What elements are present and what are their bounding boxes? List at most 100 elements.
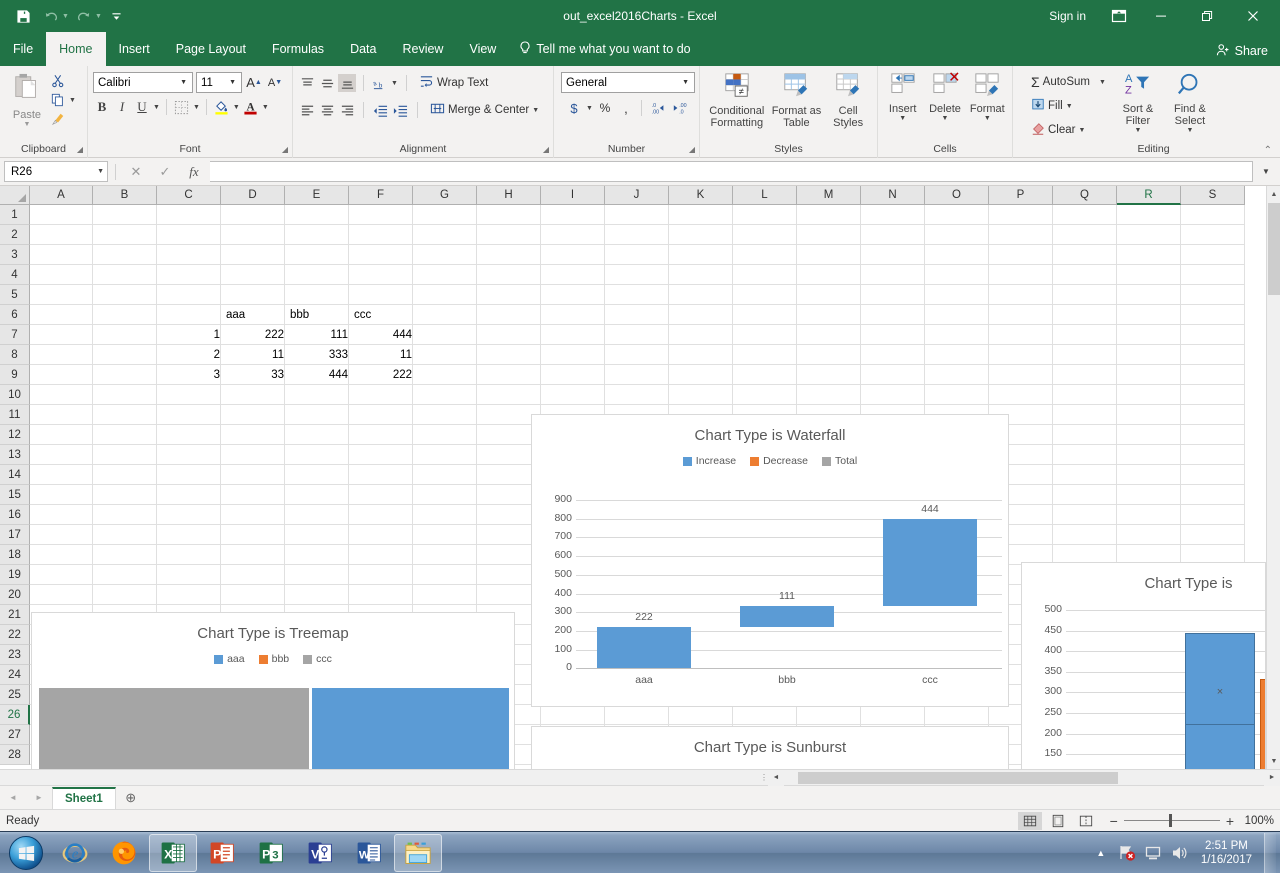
grid-cell[interactable] (93, 585, 157, 605)
grid-cell[interactable] (669, 705, 733, 725)
autosum-button[interactable]: Σ AutoSum ▼ (1027, 71, 1110, 93)
grid-cell[interactable] (797, 385, 861, 405)
grid-cell[interactable] (989, 265, 1053, 285)
vertical-scrollbar[interactable]: ▲ ▼ (1266, 186, 1280, 769)
grid-cell[interactable] (989, 305, 1053, 325)
clipboard-dialog-launcher[interactable]: ◢ (77, 143, 83, 157)
fill-color-icon[interactable] (213, 98, 231, 116)
font-color-icon[interactable]: A (242, 98, 260, 116)
grid-cell[interactable] (221, 425, 285, 445)
insert-function-icon[interactable]: fx (181, 161, 207, 182)
grid-cell[interactable] (285, 405, 349, 425)
number-format-chevron-down-icon[interactable]: ▼ (679, 79, 692, 86)
ribbon-display-options-icon[interactable] (1100, 0, 1138, 32)
percent-button[interactable]: % (596, 99, 614, 117)
decrease-decimal-icon[interactable]: .00.0 (671, 99, 691, 117)
grid-cell[interactable] (413, 325, 477, 345)
grid-cell[interactable] (93, 465, 157, 485)
grid-cell[interactable] (93, 545, 157, 565)
grid-cell[interactable] (93, 345, 157, 365)
grid-cell[interactable] (541, 345, 605, 365)
box-whisker-chart[interactable]: Chart Type is 500 450 400 350 300 250 20… (1021, 562, 1266, 769)
word-icon[interactable]: W (345, 834, 393, 872)
select-all-corner[interactable] (0, 186, 30, 205)
grid-cell[interactable] (541, 205, 605, 225)
cell-D7[interactable]: 11 (223, 345, 287, 365)
grid-cell[interactable] (221, 245, 285, 265)
grid-cell[interactable] (797, 365, 861, 385)
grid-cell[interactable] (157, 285, 221, 305)
grid-cell[interactable] (285, 585, 349, 605)
grid-cell[interactable] (1117, 385, 1181, 405)
treemap-tile-ccc[interactable]: ccc (39, 688, 309, 769)
collapse-ribbon-icon[interactable]: ⌃ (1264, 144, 1272, 158)
grid-cell[interactable] (30, 325, 93, 345)
decrease-font-size-icon[interactable]: A▼ (266, 74, 284, 92)
treemap-chart[interactable]: Chart Type is Treemap aaa bbb ccc ccc (31, 612, 515, 769)
copy-dropdown-icon[interactable]: ▼ (69, 97, 76, 104)
grid-cell[interactable] (1117, 505, 1181, 525)
grid-cell[interactable] (733, 345, 797, 365)
grid-cell[interactable] (861, 345, 925, 365)
grid-cell[interactable] (669, 385, 733, 405)
cell-D5[interactable]: aaa (223, 305, 287, 325)
conditional-formatting-button[interactable]: ≠ Conditional Formatting (705, 70, 769, 142)
grid-cell[interactable] (349, 245, 413, 265)
cell-F5[interactable]: ccc (351, 305, 415, 325)
grid-cell[interactable] (413, 305, 477, 325)
column-header-S[interactable]: S (1181, 186, 1245, 205)
grid-cell[interactable] (925, 265, 989, 285)
currency-button[interactable]: $ (565, 99, 583, 117)
start-button[interactable] (2, 833, 50, 873)
column-header-D[interactable]: D (221, 186, 285, 205)
grid-cell[interactable] (669, 285, 733, 305)
grid-cell[interactable] (605, 365, 669, 385)
grid-cell[interactable] (989, 205, 1053, 225)
format-cells-dropdown-icon[interactable]: ▼ (984, 115, 991, 122)
grid-cell[interactable] (285, 505, 349, 525)
grid-cell[interactable] (30, 345, 93, 365)
zoom-thumb[interactable] (1169, 814, 1172, 827)
grid-cell[interactable] (221, 385, 285, 405)
row-header-11[interactable]: 11 (0, 405, 30, 425)
grid-cell[interactable] (733, 245, 797, 265)
column-header-F[interactable]: F (349, 186, 413, 205)
cancel-formula-icon[interactable]: ✕ (123, 161, 149, 182)
column-header-K[interactable]: K (669, 186, 733, 205)
grid-cell[interactable] (93, 205, 157, 225)
grid-cell[interactable] (413, 445, 477, 465)
row-header-23[interactable]: 23 (0, 645, 30, 665)
grid-cell[interactable] (221, 565, 285, 585)
grid-cell[interactable] (733, 385, 797, 405)
scroll-up-arrow-icon[interactable]: ▲ (1267, 186, 1280, 202)
row-header-21[interactable]: 21 (0, 605, 30, 625)
row-header-2[interactable]: 2 (0, 225, 30, 245)
grid-cell[interactable] (797, 325, 861, 345)
grid-cell[interactable] (93, 505, 157, 525)
grid-cell[interactable] (541, 385, 605, 405)
page-layout-view-icon[interactable] (1046, 812, 1070, 830)
grid-cell[interactable] (669, 325, 733, 345)
increase-indent-icon[interactable] (391, 101, 409, 119)
grid-cell[interactable] (1181, 425, 1245, 445)
grid-cell[interactable] (1181, 325, 1245, 345)
legend-item-aaa[interactable]: aaa (214, 653, 245, 665)
column-header-B[interactable]: B (93, 186, 157, 205)
grid-cell[interactable] (1053, 305, 1117, 325)
network-icon[interactable] (1143, 843, 1163, 863)
grid-cell[interactable] (1053, 265, 1117, 285)
align-center-icon[interactable] (318, 101, 336, 119)
tab-home[interactable]: Home (46, 32, 105, 66)
grid-cell[interactable] (349, 545, 413, 565)
grid-cell[interactable] (989, 245, 1053, 265)
grid-cell[interactable] (733, 205, 797, 225)
name-box-chevron-down-icon[interactable]: ▼ (97, 168, 104, 175)
grid-cell[interactable] (349, 225, 413, 245)
row-header-25[interactable]: 25 (0, 685, 30, 705)
grid-cell[interactable] (1117, 485, 1181, 505)
cell-F7[interactable]: 11 (351, 345, 415, 365)
grid-cell[interactable] (30, 405, 93, 425)
grid-cell[interactable] (1181, 245, 1245, 265)
expand-formula-bar-icon[interactable]: ▼ (1256, 161, 1276, 182)
customize-qat-icon[interactable] (104, 3, 130, 29)
